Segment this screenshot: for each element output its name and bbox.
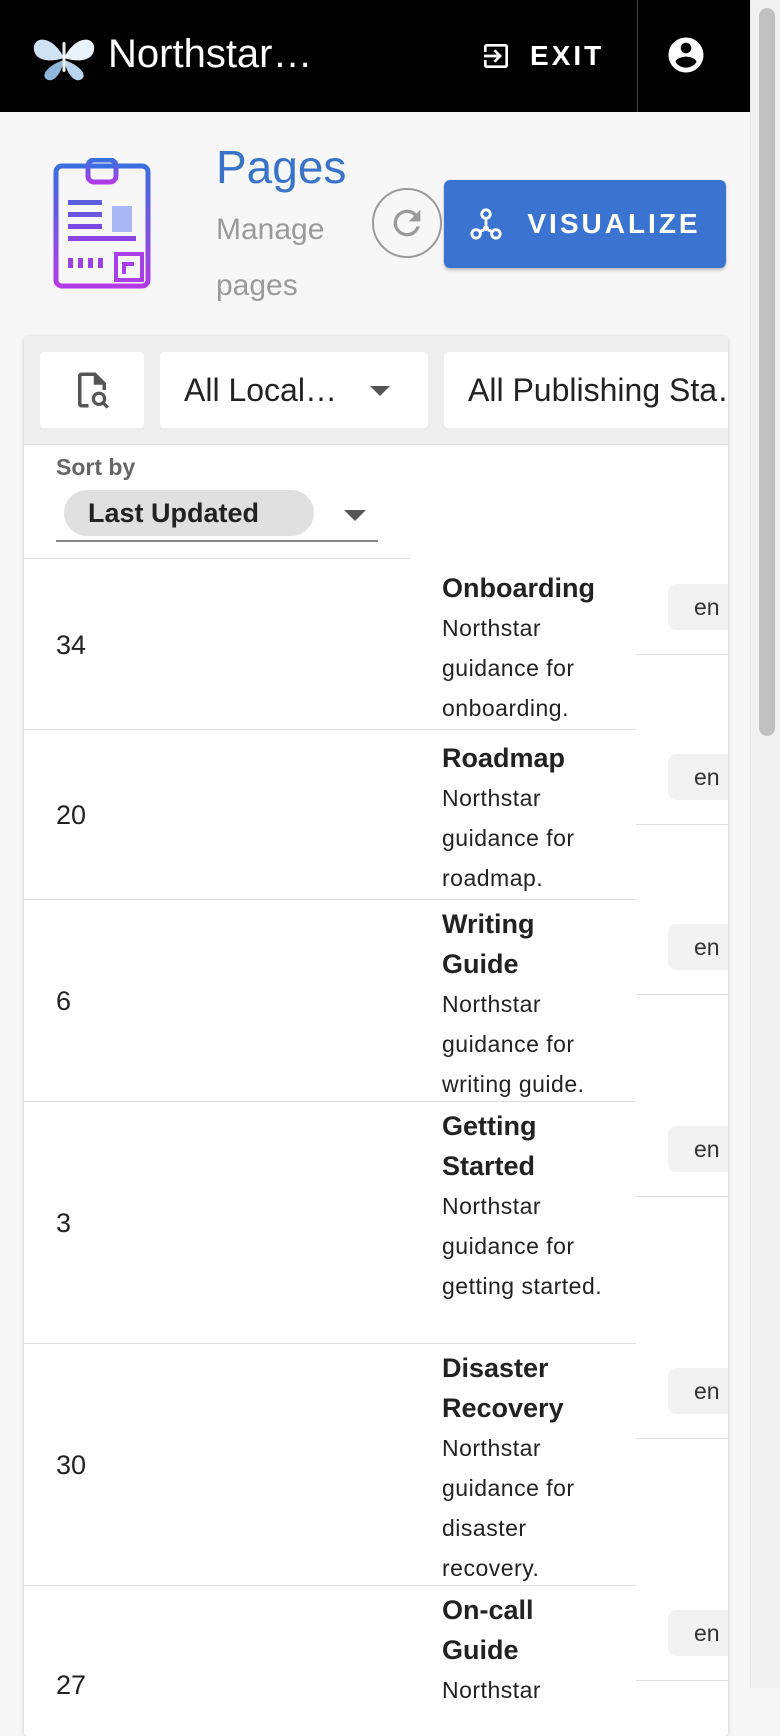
row-description: Northstar [442, 1677, 542, 1703]
app-title: Northstar… [108, 32, 313, 76]
row-id: 30 [56, 1450, 87, 1480]
locale-chip: en [668, 924, 728, 970]
row-id: 20 [56, 800, 87, 830]
row-info: Getting Started Northstar guidance for g… [442, 1106, 614, 1306]
row-title[interactable]: On-call Guide [442, 1590, 614, 1670]
row-description: Northstar guidance for getting started. [442, 1193, 603, 1299]
row-info: Roadmap Northstar guidance for roadmap. [442, 738, 614, 898]
row-title[interactable]: Writing Guide [442, 904, 614, 984]
butterfly-logo-icon [33, 39, 95, 81]
exit-button[interactable]: EXIT [480, 30, 604, 82]
row-id: 3 [56, 1208, 72, 1238]
refresh-button[interactable] [372, 188, 442, 258]
row-info: Writing Guide Northstar guidance for wri… [442, 904, 614, 1104]
locale-select-value: All Local… [184, 371, 337, 408]
row-divider [636, 1196, 728, 1197]
row-divider [636, 824, 728, 825]
row-title[interactable]: Disaster Recovery [442, 1348, 614, 1428]
row-title[interactable]: Getting Started [442, 1106, 614, 1186]
chevron-down-icon [370, 386, 390, 396]
locale-select[interactable]: All Local… [160, 352, 428, 428]
app-bar: Northstar… EXIT [0, 0, 750, 112]
locale-chip: en [668, 584, 728, 630]
row-divider [636, 1438, 728, 1439]
page-subtitle: Manage pages [216, 213, 325, 302]
row-divider [636, 1680, 728, 1681]
row-id: 6 [56, 986, 72, 1016]
search-button[interactable] [40, 352, 144, 428]
graph-nodes-icon [470, 208, 502, 240]
row-id: 27 [56, 1670, 87, 1700]
row-description: Northstar guidance for writing guide. [442, 991, 585, 1097]
row-description: Northstar guidance for disaster recovery… [442, 1435, 575, 1581]
clipboard-page-icon [53, 158, 151, 289]
table-row[interactable]: 30 Disaster Recovery Northstar guidance … [24, 1344, 728, 1586]
row-info: On-call Guide Northstar [442, 1590, 614, 1710]
table-row[interactable]: 6 Writing Guide Northstar guidance for w… [24, 900, 728, 1102]
row-description: Northstar guidance for onboarding. [442, 615, 575, 721]
publishing-select-value: All Publishing Sta… [468, 371, 728, 408]
appbar-divider [637, 0, 638, 112]
filter-toolbar: All Local… All Publishing Sta… [24, 336, 728, 445]
row-divider [636, 654, 728, 655]
row-info: Onboarding Northstar guidance for onboar… [442, 568, 614, 728]
table-row[interactable]: 34 Onboarding Northstar guidance for onb… [24, 560, 728, 730]
exit-label: EXIT [530, 40, 605, 71]
locale-chip: en [668, 754, 728, 800]
sort-select[interactable]: Sort by Last Updated [56, 454, 378, 542]
scrollbar-thumb[interactable] [759, 8, 775, 736]
file-search-icon [78, 372, 109, 409]
row-title[interactable]: Onboarding [442, 568, 614, 608]
row-divider [636, 994, 728, 995]
table-row[interactable]: 27 On-call Guide Northstar en [24, 1586, 728, 1736]
row-description: Northstar guidance for roadmap. [442, 785, 575, 891]
row-title[interactable]: Roadmap [442, 738, 614, 778]
table-row[interactable]: 3 Getting Started Northstar guidance for… [24, 1102, 728, 1344]
table-row[interactable]: 20 Roadmap Northstar guidance for roadma… [24, 730, 728, 900]
row-info: Disaster Recovery Northstar guidance for… [442, 1348, 614, 1588]
chevron-down-icon [344, 510, 366, 521]
locale-chip: en [668, 1368, 728, 1414]
account-circle-icon[interactable] [665, 34, 707, 76]
page-title: Pages [216, 141, 347, 193]
row-id: 34 [56, 630, 87, 660]
visualize-button[interactable]: VISUALIZE [444, 180, 726, 268]
header-divider [24, 558, 410, 559]
publishing-status-select[interactable]: All Publishing Sta… [444, 352, 728, 428]
refresh-icon [393, 209, 421, 237]
locale-chip: en [668, 1610, 728, 1656]
sort-label: Sort by [56, 454, 136, 480]
exit-icon [484, 44, 508, 68]
locale-chip: en [668, 1126, 728, 1172]
visualize-label: VISUALIZE [527, 208, 701, 239]
pages-table-card: All Local… All Publishing Sta… Sort by L… [24, 336, 728, 1736]
sort-value-chip[interactable]: Last Updated [64, 490, 314, 536]
